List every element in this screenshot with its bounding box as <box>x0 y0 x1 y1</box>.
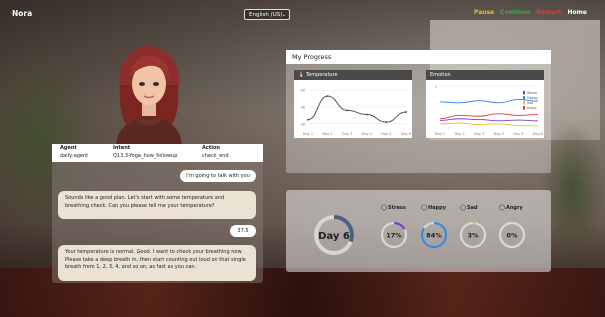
temperature-chart: 🌡 Temperature 40 38 36 Day 1 Day 2 Day 3 Day 4… <box>294 70 412 138</box>
agent-table-header: Agent Intent Action <box>52 145 263 153</box>
series-line-stress <box>439 118 539 122</box>
series-line-temperature <box>307 95 407 123</box>
data-point <box>346 109 349 112</box>
cell-action: check_end <box>202 153 229 159</box>
table-row: daily-agent Q13.3-Yoga_how_followup chec… <box>52 153 263 161</box>
data-point <box>326 95 329 98</box>
nav-restart[interactable]: Restart <box>537 9 562 16</box>
legend-label: Sad <box>527 101 533 105</box>
header-action: Action <box>202 145 220 151</box>
legend-label: Happy <box>527 96 538 100</box>
bot-message: Your temperature is normal. Good. I want… <box>58 245 256 281</box>
chevron-down-icon: ⌄ <box>281 12 286 18</box>
legend-swatch <box>523 91 525 95</box>
temperature-chart-plot: 40 38 36 Day 1 Day 2 Day 3 Day 4 Day 5 Day 6 <box>301 89 412 136</box>
y-tick-label: 40 <box>301 89 305 93</box>
nav-home[interactable]: Home <box>568 9 587 16</box>
emotion-value-sad: 3% <box>467 232 479 240</box>
data-point <box>405 111 407 114</box>
x-tick-label: Day 5 <box>513 132 523 136</box>
x-tick-label: Day 1 <box>435 132 445 136</box>
nav-pause[interactable]: Pause <box>474 9 494 16</box>
y-tick-label: 1 <box>435 85 437 89</box>
header-agent: Agent <box>60 145 77 151</box>
x-tick-label: Day 6 <box>401 132 411 136</box>
x-tick-label: Day 3 <box>474 132 484 136</box>
emotion-label-sad: Sad <box>467 205 478 211</box>
x-tick-label: Day 1 <box>303 132 313 136</box>
x-tick-label: Day 3 <box>342 132 352 136</box>
top-bar: Nora English (US) ⌄ Pause Continue Resta… <box>0 0 605 28</box>
legend-swatch <box>523 96 525 100</box>
cell-intent: Q13.3-Yoga_how_followup <box>113 153 178 159</box>
avatar <box>116 46 182 145</box>
y-tick-label: 36 <box>301 122 305 126</box>
user-message: 37.5 <box>230 225 256 237</box>
data-point <box>307 118 309 121</box>
legend-label: Stress <box>527 91 537 95</box>
progress-title: My Progress <box>286 50 551 64</box>
cell-agent: daily-agent <box>60 153 89 159</box>
temperature-chart-title: 🌡 Temperature <box>294 70 412 80</box>
series-line-sad <box>439 122 539 127</box>
face-icon <box>381 204 387 211</box>
x-tick-label: Day 2 <box>454 132 464 136</box>
emotion-chart: Emotion 1 Day 1 Day 2 Day 3 Day 4 Day 5 Day 6 S… <box>426 70 544 138</box>
language-select[interactable]: English (US) ⌄ <box>244 9 290 20</box>
bot-message: Sounds like a good plan. Let's start wit… <box>58 191 256 219</box>
x-tick-label: Day 5 <box>381 132 391 136</box>
x-tick-label: Day 4 <box>362 132 373 136</box>
header-intent: Intent <box>113 145 131 151</box>
x-tick-label: Day 2 <box>322 132 332 136</box>
legend-label: Angry <box>527 106 537 110</box>
thermometer-icon: 🌡 <box>298 72 305 78</box>
face-icon <box>460 204 466 211</box>
day-label: Day 6 <box>318 231 350 242</box>
legend-swatch <box>523 106 525 110</box>
language-selected: English (US) <box>249 12 283 18</box>
emotion-label-happy: Happy <box>428 205 447 211</box>
data-point <box>385 121 388 124</box>
emotion-value-happy: 84% <box>426 232 442 240</box>
emotion-summary-graphics: Day 6 Stress 17% Happy 84% Sad 3% Angry 0% <box>314 204 526 255</box>
emotion-chart-plot: 1 Day 1 Day 2 Day 3 Day 4 Day 5 Day 6 StressHap… <box>435 85 543 137</box>
emotion-value-stress: 17% <box>386 232 402 240</box>
series-line-angry <box>439 113 539 120</box>
temperature-chart-title-text: Temperature <box>305 72 338 78</box>
nav-continue[interactable]: Continue <box>500 9 530 16</box>
emotion-chart-title: Emotion <box>426 70 544 80</box>
x-tick-label: Day 4 <box>494 132 505 136</box>
x-tick-label: Day 6 <box>533 132 543 136</box>
face-icon <box>421 204 427 211</box>
y-tick-label: 38 <box>301 106 305 110</box>
app-brand: Nora <box>12 9 33 18</box>
user-message: I'm going to talk with you <box>180 170 256 182</box>
top-nav: Pause Continue Restart Home <box>474 9 587 16</box>
data-point <box>365 113 368 116</box>
emotion-value-angry: 0% <box>506 232 518 240</box>
legend-swatch <box>523 101 525 105</box>
agent-table: Agent Intent Action daily-agent Q13.3-Yo… <box>52 144 263 162</box>
emotion-label-stress: Stress <box>388 205 406 211</box>
face-icon <box>499 204 505 211</box>
emotion-label-angry: Angry <box>506 205 523 211</box>
